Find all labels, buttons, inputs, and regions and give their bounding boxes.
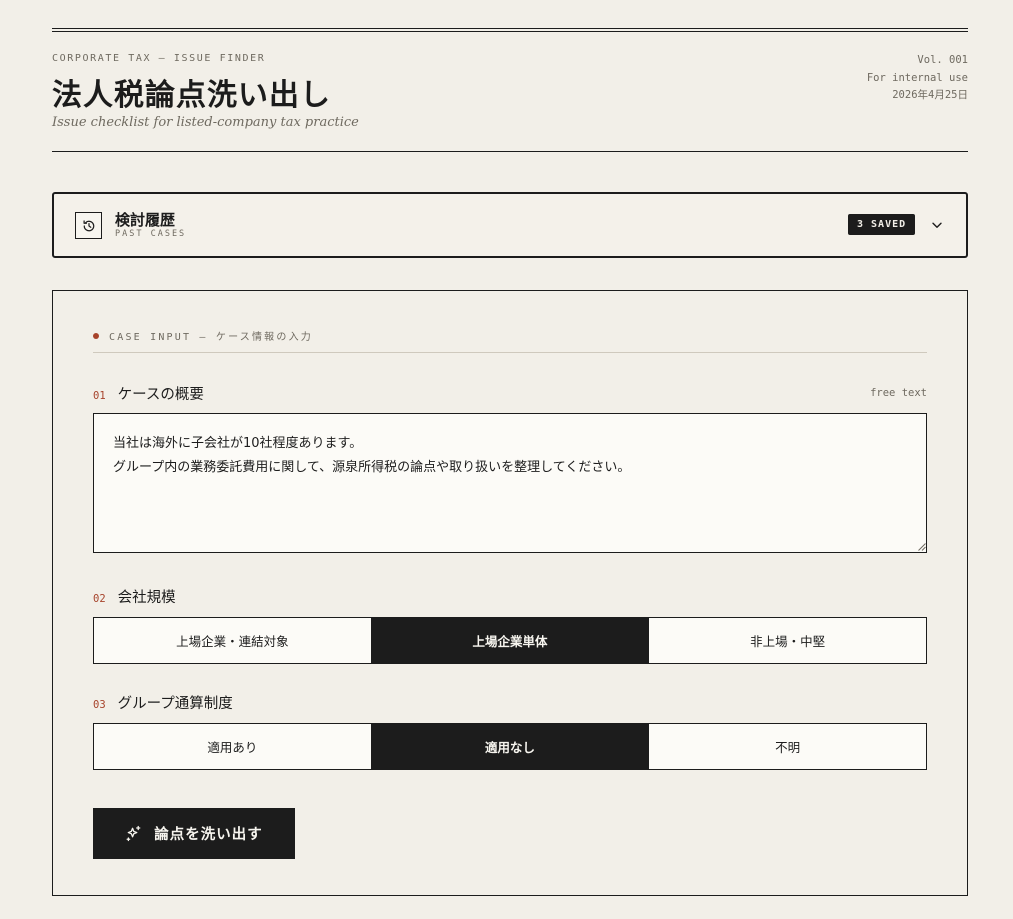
group-tax-label: 03 グループ通算制度 xyxy=(93,692,233,713)
past-cases-toggle[interactable]: 検討履歴 PAST CASES 3 SAVED xyxy=(52,192,968,258)
company-size-selector: 上場企業・連結対象 上場企業単体 非上場・中堅 xyxy=(93,617,927,664)
company-size-label: 02 会社規模 xyxy=(93,586,176,607)
page-subtitle: Issue checklist for listed-company tax p… xyxy=(52,115,359,130)
header-eyebrow: CORPORATE TAX — ISSUE FINDER xyxy=(52,53,266,64)
summary-field-label: 01 ケースの概要 xyxy=(93,383,204,404)
textarea-resize-handle[interactable] xyxy=(917,542,926,551)
history-title: 検討履歴 xyxy=(115,211,176,229)
group-tax-selector: 適用あり 適用なし 不明 xyxy=(93,723,927,770)
header-divider xyxy=(52,151,968,152)
find-issues-label: 論点を洗い出す xyxy=(154,826,263,843)
section-dot-icon xyxy=(93,332,99,339)
case-summary-textarea[interactable]: 当社は海外に子会社が10社程度あります。 グループ内の業務委託費用に関して、源泉… xyxy=(93,413,927,553)
group-tax-option-applied[interactable]: 適用あり xyxy=(94,724,371,769)
company-size-option-unlisted[interactable]: 非上場・中堅 xyxy=(648,618,927,663)
group-tax-number: 03 xyxy=(93,699,106,711)
group-tax-option-not-applied[interactable]: 適用なし xyxy=(370,724,649,769)
company-size-title: 会社規模 xyxy=(117,590,176,606)
case-input-heading: CASE INPUT — ケース情報の入力 xyxy=(93,328,313,343)
page-title: 法人税論点洗い出し xyxy=(52,78,331,113)
case-input-divider xyxy=(93,352,927,353)
header-double-rule-top xyxy=(52,28,968,29)
history-subtitle: PAST CASES xyxy=(115,229,187,239)
saved-count-badge: 3 SAVED xyxy=(848,214,916,235)
company-size-option-standalone[interactable]: 上場企業単体 xyxy=(370,618,649,663)
company-size-option-consolidated[interactable]: 上場企業・連結対象 xyxy=(94,618,371,663)
company-size-number: 02 xyxy=(93,593,106,605)
header-meta: Vol. 001 For internal use 2026年4月25日 xyxy=(867,52,968,105)
case-input-card: CASE INPUT — ケース情報の入力 01 ケースの概要 free tex… xyxy=(52,290,968,896)
chevron-down-icon[interactable] xyxy=(930,218,944,232)
audience-label: For internal use xyxy=(866,71,968,84)
sparkle-icon xyxy=(126,825,141,842)
case-input-label: CASE INPUT — ケース情報の入力 xyxy=(109,332,313,343)
summary-field-title: ケースの概要 xyxy=(117,387,204,403)
volume-label: Vol. 001 xyxy=(917,54,968,66)
date-label: 2026年4月25日 xyxy=(892,89,968,101)
group-tax-option-unknown[interactable]: 不明 xyxy=(648,724,927,769)
header-double-rule-bottom xyxy=(52,31,968,32)
summary-field-number: 01 xyxy=(93,390,106,402)
find-issues-button[interactable]: 論点を洗い出す xyxy=(93,808,295,859)
free-text-hint: free text xyxy=(870,387,927,399)
history-icon xyxy=(75,212,102,239)
group-tax-title: グループ通算制度 xyxy=(117,696,233,712)
